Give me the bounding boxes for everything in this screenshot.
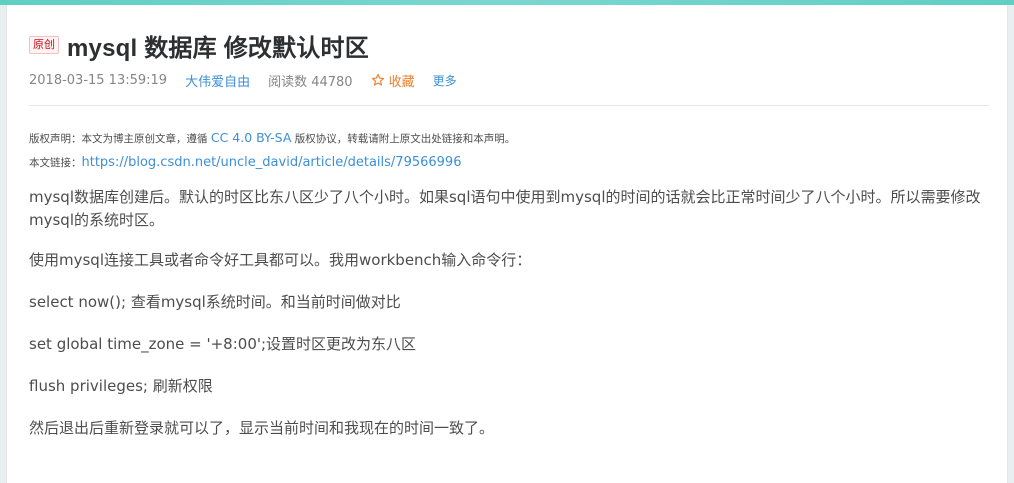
- star-icon: [371, 73, 384, 86]
- collect-button[interactable]: 收藏: [371, 71, 415, 90]
- copyright-suffix: 版权协议，转载请附上原文出处链接和本声明。: [291, 133, 516, 145]
- license-link[interactable]: CC 4.0 BY-SA: [211, 130, 292, 145]
- copyright-notice: 版权声明：本文为博主原创文章，遵循 CC 4.0 BY-SA 版权协议，转载请附…: [29, 126, 989, 175]
- header-divider: [29, 105, 989, 106]
- paragraph: 然后退出后重新登录就可以了，显示当前时间和我现在的时间一致了。: [29, 419, 495, 437]
- more-link[interactable]: 更多: [433, 72, 457, 89]
- paragraph: select now(); 查看mysql系统时间。和当前时间做对比: [29, 293, 401, 311]
- paragraph: set global time_zone = '+8:00';设置时区更改为东八…: [29, 335, 417, 353]
- collect-label: 收藏: [388, 74, 415, 90]
- article-card: 原创 mysql 数据库 修改默认时区 2018-03-15 13:59:19 …: [6, 5, 1008, 483]
- article-link-label: 本文链接：: [29, 157, 82, 169]
- paragraph: flush privileges; 刷新权限: [29, 377, 213, 395]
- original-badge: 原创: [29, 36, 59, 54]
- article-title: mysql 数据库 修改默认时区: [67, 34, 369, 62]
- publish-time: 2018-03-15 13:59:19: [29, 72, 168, 88]
- article-body: mysql数据库创建后。默认的时区比东八区少了八个小时。如果sql语句中使用到m…: [29, 186, 997, 459]
- copyright-prefix: 版权声明：本文为博主原创文章，遵循: [29, 133, 211, 145]
- article-header: 原创 mysql 数据库 修改默认时区: [29, 29, 369, 62]
- read-count: 阅读数 44780: [268, 74, 353, 90]
- article-link-line: 本文链接：https://blog.csdn.net/uncle_david/a…: [29, 151, 989, 175]
- copyright-line: 版权声明：本文为博主原创文章，遵循 CC 4.0 BY-SA 版权协议，转载请附…: [29, 126, 989, 151]
- author-link[interactable]: 大伟爱自由: [185, 71, 250, 90]
- paragraph: 使用mysql连接工具或者命令好工具都可以。我用workbench输入命令行：: [29, 251, 532, 269]
- article-url-link[interactable]: https://blog.csdn.net/uncle_david/articl…: [82, 155, 462, 170]
- paragraph: mysql数据库创建后。默认的时区比东八区少了八个小时。如果sql语句中使用到m…: [29, 188, 981, 229]
- article-meta: 2018-03-15 13:59:19 大伟爱自由 阅读数 44780 收藏 更…: [29, 70, 457, 90]
